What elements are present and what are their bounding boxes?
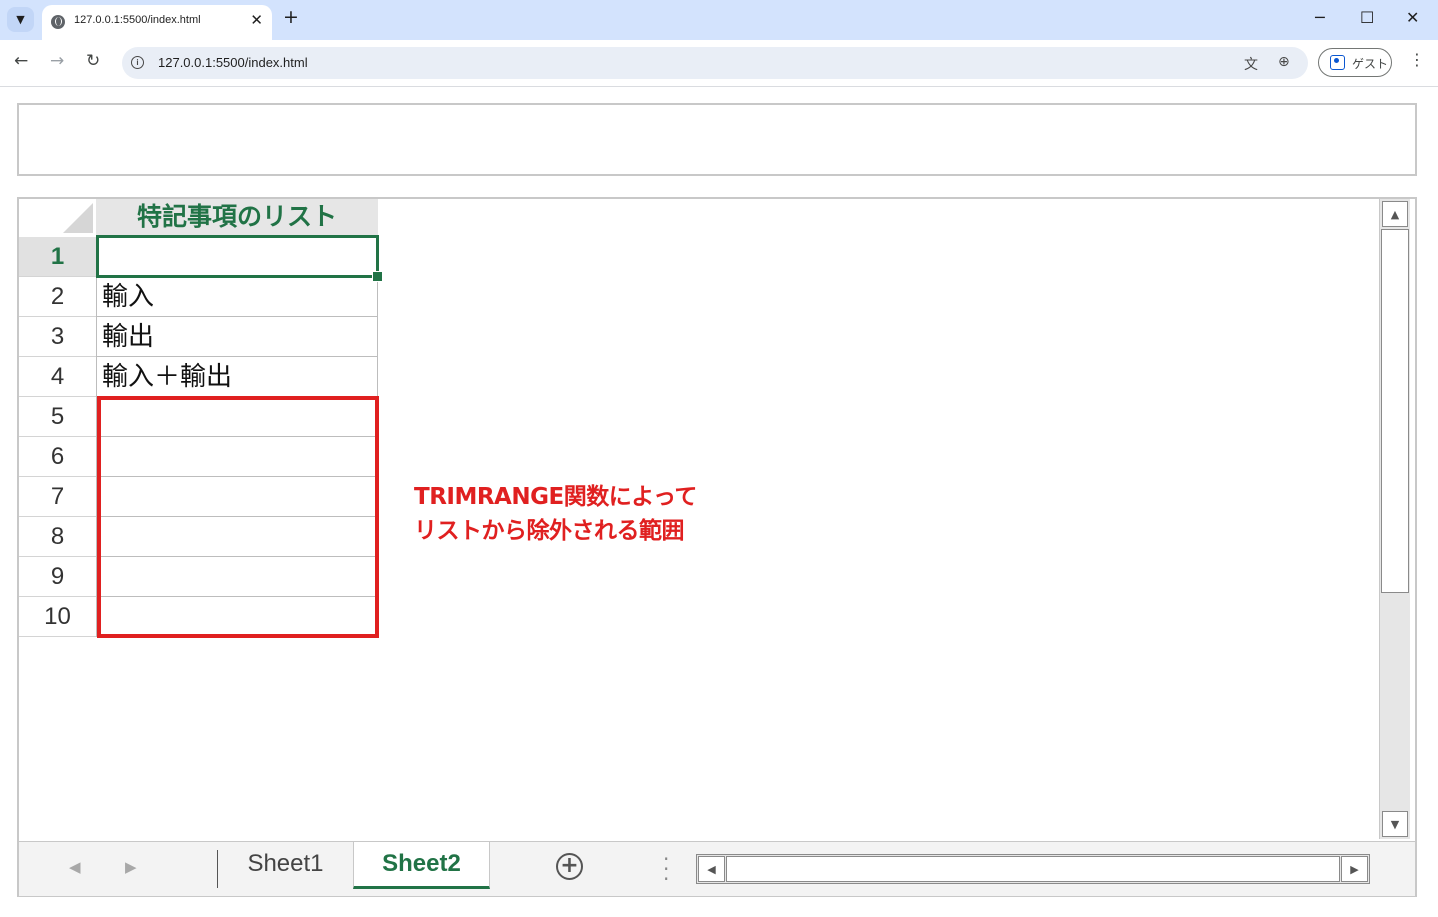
- annotation-text: TRIMRANGE関数によって リストから除外される範囲: [414, 480, 697, 548]
- row-number[interactable]: 9: [19, 557, 96, 597]
- person-icon: [1330, 55, 1345, 70]
- vertical-scroll-thumb[interactable]: [1381, 229, 1409, 593]
- vertical-scrollbar[interactable]: ▲ ▼: [1379, 199, 1410, 839]
- horizontal-scrollbar[interactable]: ◀ ▶: [696, 854, 1370, 884]
- select-all-corner[interactable]: [19, 199, 96, 235]
- tab-close-icon[interactable]: ✕: [250, 11, 263, 29]
- chevron-down-icon: ▼: [16, 13, 25, 26]
- row-number[interactable]: 3: [19, 317, 96, 357]
- guest-label: ゲスト: [1352, 57, 1389, 71]
- scroll-left-icon[interactable]: ◀: [698, 856, 725, 882]
- excluded-range-highlight: [97, 396, 379, 638]
- tab-separator: [217, 850, 218, 888]
- new-tab-button[interactable]: +: [283, 6, 299, 28]
- grid-cell[interactable]: 輸入＋輸出: [96, 357, 378, 397]
- row-number[interactable]: 1: [19, 237, 96, 277]
- forward-icon[interactable]: →: [50, 51, 64, 71]
- row-number[interactable]: 8: [19, 517, 96, 557]
- active-cell-selection: [96, 235, 379, 278]
- row-number[interactable]: 6: [19, 437, 96, 477]
- scroll-right-icon[interactable]: ▶: [1341, 856, 1368, 882]
- scroll-up-icon[interactable]: ▲: [1382, 201, 1408, 227]
- browser-tab-strip: ▼ 127.0.0.1:5500/index.html ✕ + ─ ☐ ✕: [0, 0, 1438, 40]
- address-bar[interactable]: i 127.0.0.1:5500/index.html 文 ⊕: [122, 47, 1308, 79]
- formula-panel: [17, 103, 1417, 176]
- tab-search-button[interactable]: ▼: [7, 7, 34, 32]
- site-info-icon[interactable]: i: [131, 56, 144, 69]
- minimize-icon[interactable]: ─: [1315, 8, 1325, 27]
- grid-cell[interactable]: 輸入: [96, 277, 378, 317]
- table-row: 2 輸入: [19, 277, 378, 317]
- row-number[interactable]: 10: [19, 597, 96, 637]
- browser-tab[interactable]: 127.0.0.1:5500/index.html ✕: [42, 5, 272, 40]
- tab-splitter-handle[interactable]: · · ·: [663, 849, 669, 889]
- fill-handle[interactable]: [372, 271, 383, 282]
- table-row: 3 輸出: [19, 317, 378, 357]
- prev-sheet-icon[interactable]: ◀: [69, 858, 81, 876]
- browser-toolbar: ← → ↻ i 127.0.0.1:5500/index.html 文 ⊕ ゲス…: [0, 40, 1438, 87]
- sheet-tab-bar: ◀ ▶ Sheet1 Sheet2 + · · · ◀ ▶: [19, 841, 1415, 896]
- row-number[interactable]: 7: [19, 477, 96, 517]
- browser-menu-icon[interactable]: ⋮: [1409, 50, 1425, 69]
- sheet-tab-sheet1[interactable]: Sheet1: [219, 842, 352, 886]
- horizontal-scroll-thumb[interactable]: [726, 856, 1340, 882]
- guest-profile-button[interactable]: ゲスト: [1318, 48, 1392, 77]
- reload-icon[interactable]: ↻: [86, 51, 100, 71]
- scroll-down-icon[interactable]: ▼: [1382, 811, 1408, 837]
- row-number[interactable]: 2: [19, 277, 96, 317]
- column-header[interactable]: 特記事項のリスト: [96, 199, 378, 236]
- row-number[interactable]: 4: [19, 357, 96, 397]
- tab-title: 127.0.0.1:5500/index.html: [74, 14, 201, 26]
- sheet-tab-sheet2[interactable]: Sheet2: [353, 842, 490, 889]
- add-sheet-icon[interactable]: +: [556, 853, 583, 880]
- annotation-line-2: リストから除外される範囲: [414, 518, 684, 544]
- maximize-icon[interactable]: ☐: [1360, 8, 1374, 27]
- back-icon[interactable]: ←: [14, 51, 28, 71]
- row-number[interactable]: 5: [19, 397, 96, 437]
- grid-cell[interactable]: 輸出: [96, 317, 378, 357]
- close-window-icon[interactable]: ✕: [1406, 8, 1419, 27]
- globe-icon: [51, 15, 65, 29]
- zoom-icon[interactable]: ⊕: [1278, 54, 1290, 70]
- translate-icon[interactable]: 文: [1244, 54, 1258, 74]
- annotation-line-1: TRIMRANGE関数によって: [414, 484, 697, 510]
- table-row: 4 輸入＋輸出: [19, 357, 378, 397]
- url-text: 127.0.0.1:5500/index.html: [158, 55, 308, 70]
- next-sheet-icon[interactable]: ▶: [125, 858, 137, 876]
